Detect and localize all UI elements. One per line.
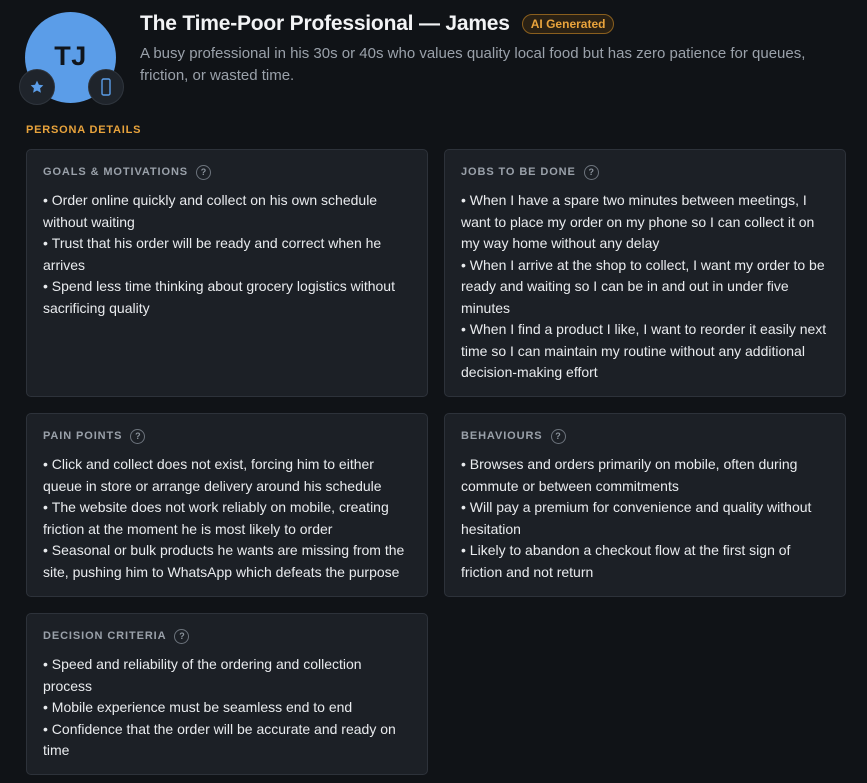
list-item: Seasonal or bulk products he wants are m… [43,540,412,583]
persona-title: The Time-Poor Professional — James [140,12,510,35]
card-behaviours: BEHAVIOURS ? Browses and orders primaril… [444,413,846,597]
ai-generated-badge: AI Generated [521,14,615,34]
card-jobs-to-be-done: JOBS TO BE DONE ? When I have a spare tw… [444,149,846,397]
list-item: Confidence that the order will be accura… [43,719,412,762]
card-decision-criteria: DECISION CRITERIA ? Speed and reliabilit… [26,613,428,775]
bullet-list: Order online quickly and collect on his … [43,190,412,319]
card-title: BEHAVIOURS [461,430,543,442]
bullet-list: Click and collect does not exist, forcin… [43,454,412,583]
list-item: Click and collect does not exist, forcin… [43,454,412,497]
list-item: When I arrive at the shop to collect, I … [461,255,830,320]
bullet-list: When I have a spare two minutes between … [461,190,830,384]
list-item: Speed and reliability of the ordering an… [43,654,412,697]
list-item: When I have a spare two minutes between … [461,190,830,255]
help-icon[interactable]: ? [583,164,599,180]
persona-header: The Time-Poor Professional — James AI Ge… [140,12,615,36]
card-title: DECISION CRITERIA [43,630,167,642]
help-icon[interactable]: ? [550,428,566,444]
section-label: PERSONA DETAILS [26,124,142,136]
list-item: Mobile experience must be seamless end t… [43,697,412,719]
list-item: When I find a product I like, I want to … [461,319,830,384]
help-icon[interactable]: ? [130,428,146,444]
bullet-list: Browses and orders primarily on mobile, … [461,454,830,583]
card-title: GOALS & MOTIVATIONS [43,166,189,178]
list-item: Will pay a premium for convenience and q… [461,497,830,540]
mobile-phone-icon [101,78,111,96]
card-title: PAIN POINTS [43,430,123,442]
card-pain-points: PAIN POINTS ? Click and collect does not… [26,413,428,597]
list-item: Trust that his order will be ready and c… [43,233,412,276]
help-icon[interactable]: ? [174,628,190,644]
persona-description: A busy professional in his 30s or 40s wh… [140,45,806,84]
list-item: Browses and orders primarily on mobile, … [461,454,830,497]
list-item: Likely to abandon a checkout flow at the… [461,540,830,583]
card-title: JOBS TO BE DONE [461,166,576,178]
help-icon[interactable]: ? [196,164,212,180]
star-icon [30,80,44,93]
list-item: The website does not work reliably on mo… [43,497,412,540]
card-goals-motivations: GOALS & MOTIVATIONS ? Order online quick… [26,149,428,397]
bullet-list: Speed and reliability of the ordering an… [43,654,412,762]
avatar-initials: TJ [54,41,87,71]
list-item: Spend less time thinking about grocery l… [43,276,412,319]
list-item: Order online quickly and collect on his … [43,190,412,233]
star-badge [19,69,55,105]
mobile-badge [88,69,124,105]
